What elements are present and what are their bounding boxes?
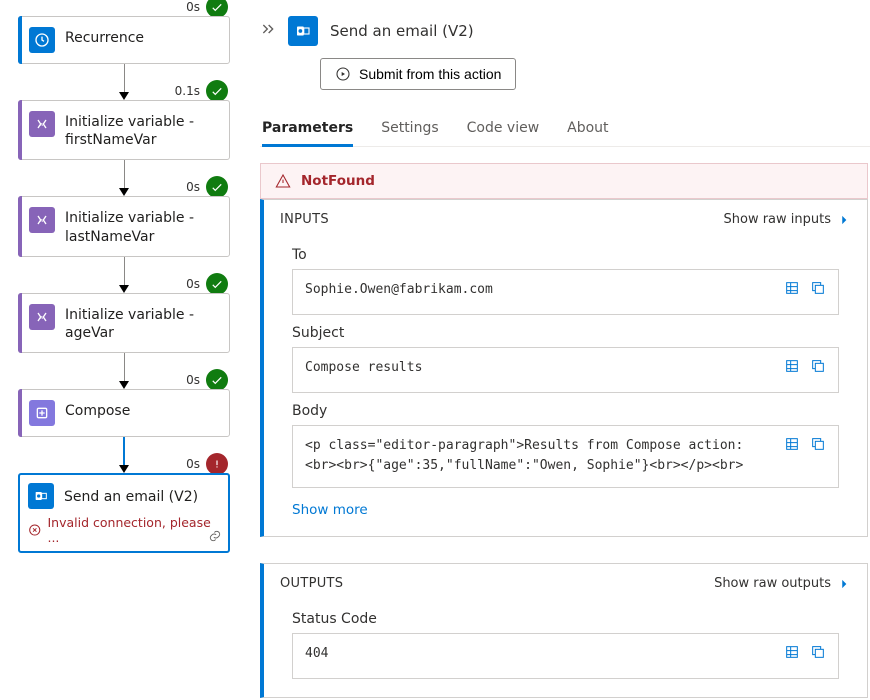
tab-about[interactable]: About: [567, 112, 608, 146]
step-label: Initialize variable - ageVar: [65, 304, 219, 342]
field-label: Subject: [292, 325, 839, 341]
tab-codeview[interactable]: Code view: [467, 112, 540, 146]
step-label: Initialize variable - lastNameVar: [65, 207, 219, 245]
variable-icon: [29, 304, 55, 330]
flow-step-init-first[interactable]: 0.1sInitialize variable - firstNameVar: [18, 100, 230, 160]
field-value: <p class="editor-paragraph">Results from…: [305, 436, 774, 478]
accent-bar: [18, 16, 22, 64]
step-duration: 0s: [186, 180, 200, 194]
flow-step-init-age[interactable]: 0sInitialize variable - ageVar: [18, 293, 230, 353]
outputs-section: OUTPUTS Show raw outputs Status Code 404: [260, 563, 868, 698]
detail-title: Send an email (V2): [330, 22, 474, 40]
show-raw-inputs-label: Show raw inputs: [724, 212, 832, 227]
show-raw-outputs-button[interactable]: Show raw outputs: [714, 576, 851, 591]
submit-from-action-button[interactable]: Submit from this action: [320, 58, 516, 90]
copy-icon[interactable]: [810, 358, 826, 382]
step-label: Compose: [65, 400, 130, 420]
step-duration: 0.1s: [175, 84, 200, 98]
step-label: Initialize variable - firstNameVar: [65, 111, 219, 149]
flow-step-init-last[interactable]: 0sInitialize variable - lastNameVar: [18, 196, 230, 256]
error-icon: [206, 453, 228, 475]
compose-icon: [29, 400, 55, 426]
success-icon: [206, 369, 228, 391]
tabs: Parameters Settings Code view About: [260, 112, 870, 147]
field-value: Compose results: [305, 358, 774, 379]
copy-icon[interactable]: [810, 280, 826, 304]
step-duration: 0s: [186, 457, 200, 471]
connector-arrow-icon: [119, 257, 129, 293]
field-value-box: 404: [292, 633, 839, 679]
step-duration: 0s: [186, 277, 200, 291]
copy-icon[interactable]: [810, 436, 826, 460]
accent-bar: [18, 100, 22, 160]
field-label: To: [292, 247, 839, 263]
accent-bar: [18, 389, 22, 437]
field-label: Status Code: [292, 611, 839, 627]
error-banner: NotFound: [260, 163, 868, 199]
field-subject: Subject Compose results: [292, 325, 839, 393]
field-value: 404: [305, 644, 774, 665]
flow-step-compose[interactable]: 0sCompose: [18, 389, 230, 437]
field-label: Body: [292, 403, 839, 419]
step-label: Send an email (V2): [64, 486, 198, 506]
field-value-box: <p class="editor-paragraph">Results from…: [292, 425, 839, 489]
table-view-icon[interactable]: [784, 358, 800, 382]
detail-panel: Send an email (V2) Submit from this acti…: [240, 0, 870, 700]
outlook-icon: [288, 16, 318, 46]
accent-bar: [18, 196, 22, 256]
submit-label: Submit from this action: [359, 66, 501, 82]
clock-icon: [29, 27, 55, 53]
tab-parameters[interactable]: Parameters: [262, 112, 353, 146]
step-duration: 0s: [186, 373, 200, 387]
connector-arrow-icon: [119, 64, 129, 100]
flow-step-send-email[interactable]: 0sSend an email (V2)Invalid connection, …: [18, 473, 230, 553]
inputs-title: INPUTS: [280, 212, 329, 227]
show-raw-outputs-label: Show raw outputs: [714, 576, 831, 591]
accent-bar: [18, 293, 22, 353]
collapse-panel-button[interactable]: [260, 21, 276, 41]
copy-icon[interactable]: [810, 644, 826, 668]
flow-steps-column: 0sRecurrence0.1sInitialize variable - fi…: [0, 0, 240, 700]
success-icon: [206, 80, 228, 102]
step-error-message: Invalid connection, please ...: [28, 515, 220, 545]
step-duration: 0s: [186, 0, 200, 14]
field-value: Sophie.Owen@fabrikam.com: [305, 280, 774, 301]
outlook-icon: [28, 483, 54, 509]
show-more-button[interactable]: Show more: [292, 502, 839, 518]
table-view-icon[interactable]: [784, 280, 800, 304]
show-raw-inputs-button[interactable]: Show raw inputs: [724, 212, 852, 227]
flow-step-recurrence[interactable]: 0sRecurrence: [18, 16, 230, 64]
field-value-box: Compose results: [292, 347, 839, 393]
field-status-code: Status Code 404: [292, 611, 839, 679]
connector-arrow-icon: [119, 160, 129, 196]
error-banner-text: NotFound: [301, 173, 375, 189]
link-icon: [208, 529, 222, 547]
field-value-box: Sophie.Owen@fabrikam.com: [292, 269, 839, 315]
variable-icon: [29, 207, 55, 233]
outputs-title: OUTPUTS: [280, 576, 343, 591]
tab-settings[interactable]: Settings: [381, 112, 438, 146]
table-view-icon[interactable]: [784, 644, 800, 668]
success-icon: [206, 176, 228, 198]
field-to: To Sophie.Owen@fabrikam.com: [292, 247, 839, 315]
field-body: Body <p class="editor-paragraph">Results …: [292, 403, 839, 489]
inputs-section: INPUTS Show raw inputs To Sophie.Owen@fab…: [260, 199, 868, 537]
variable-icon: [29, 111, 55, 137]
connector-arrow-icon: [119, 437, 129, 473]
table-view-icon[interactable]: [784, 436, 800, 460]
success-icon: [206, 273, 228, 295]
step-label: Recurrence: [65, 27, 144, 47]
connector-arrow-icon: [119, 353, 129, 389]
